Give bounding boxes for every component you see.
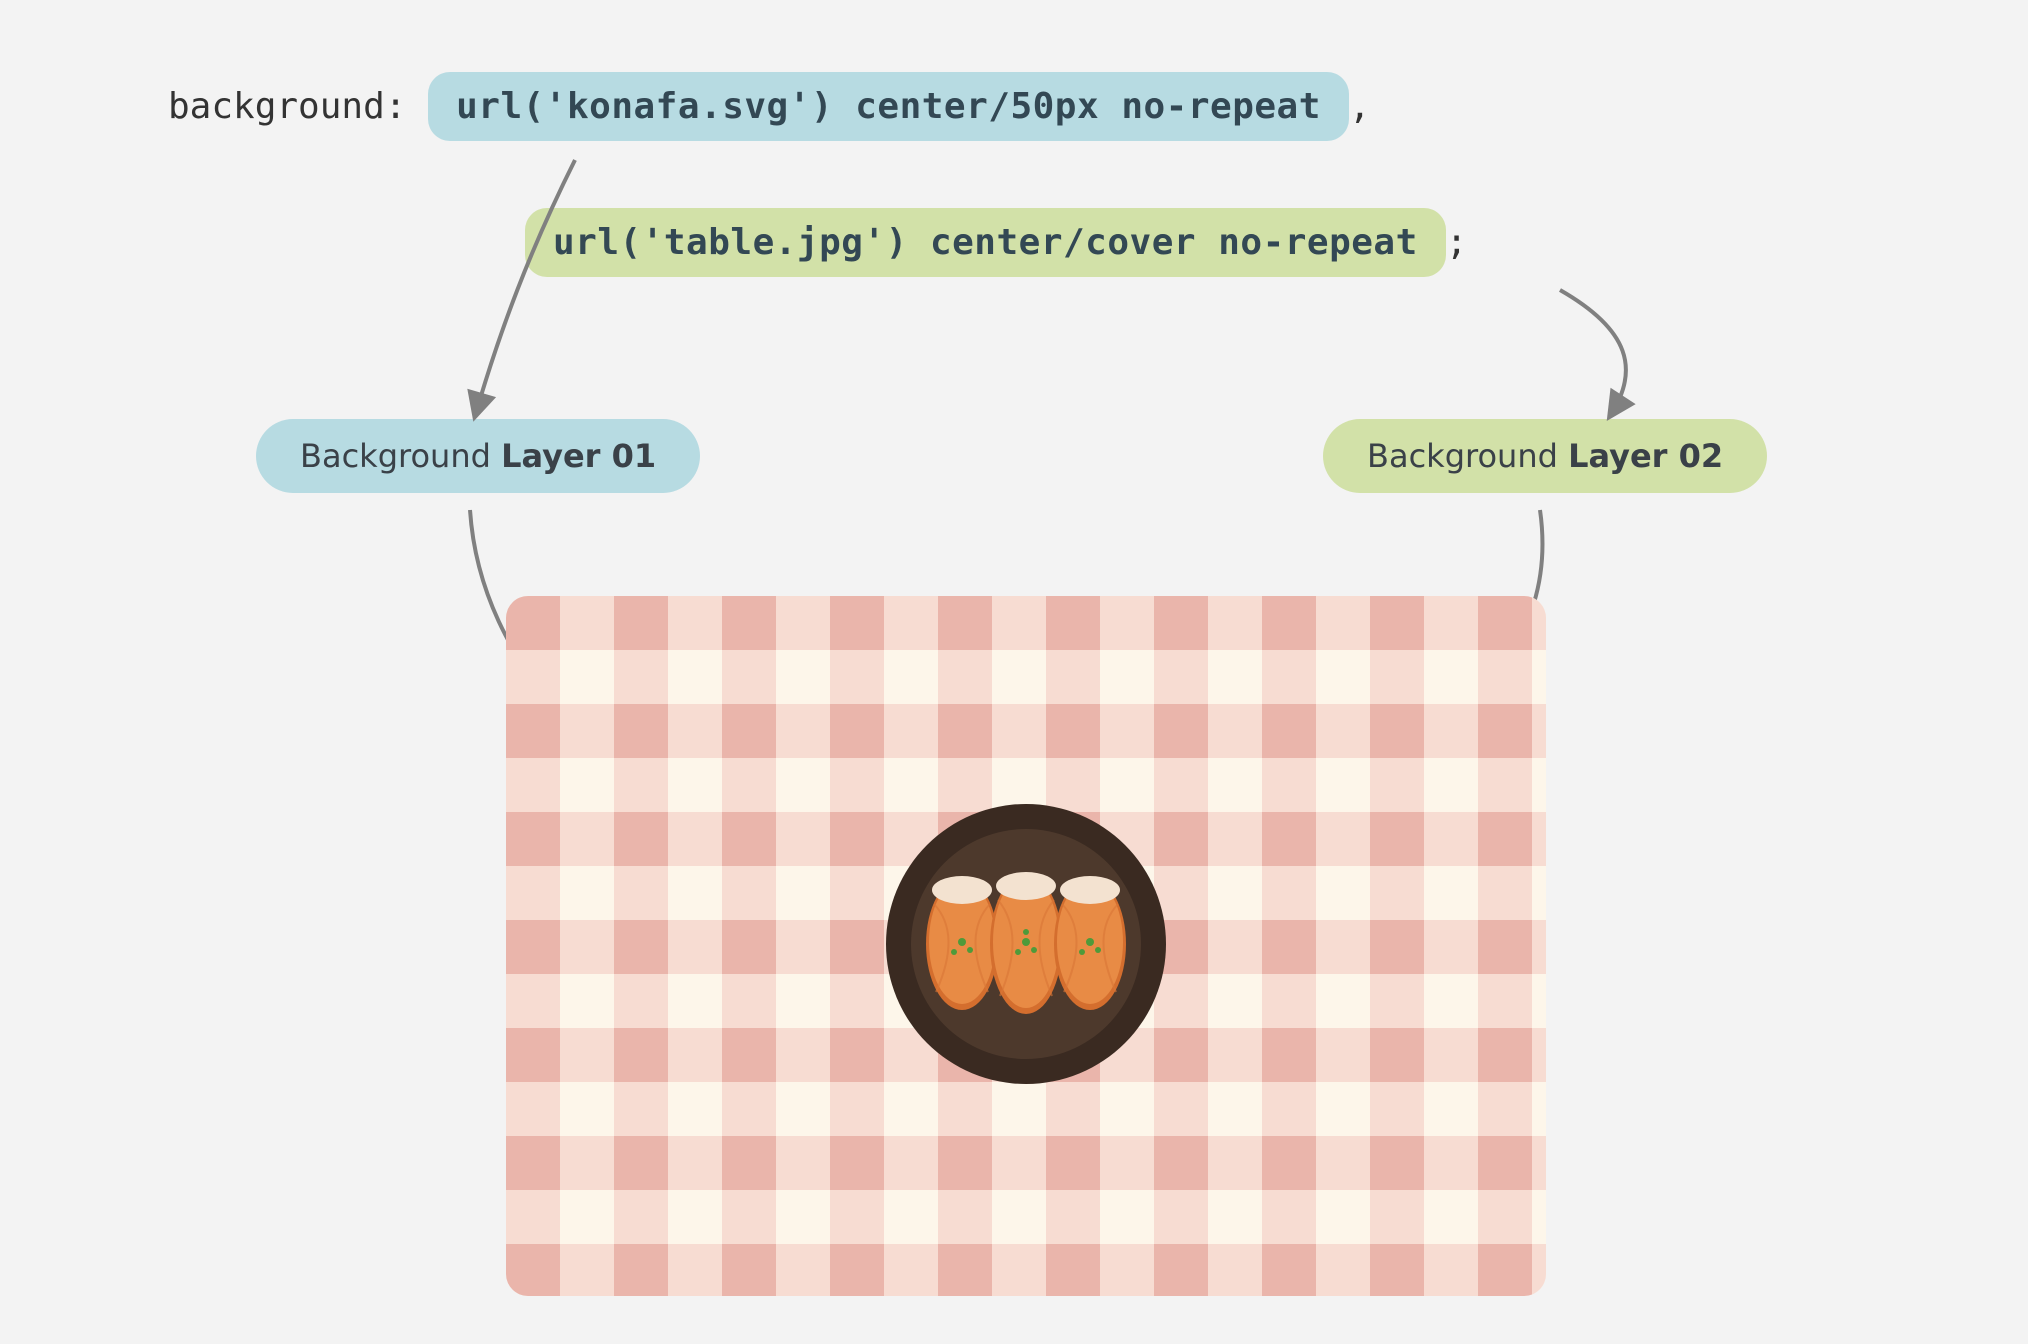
layer1-label: Background Layer 01 (256, 419, 700, 493)
plate-illustration (876, 794, 1176, 1098)
preview-box (506, 596, 1546, 1296)
css-layer2-value: url('table.jpg') center/cover no-repeat (525, 208, 1446, 277)
css-layer1-value: url('konafa.svg') center/50px no-repeat (428, 72, 1349, 141)
css-semicolon: ; (1446, 222, 1468, 263)
layer2-label-bold: Layer 02 (1568, 437, 1723, 475)
css-property-label: background: (168, 86, 406, 127)
layer1-label-bold: Layer 01 (501, 437, 656, 475)
layer1-label-prefix: Background (300, 437, 501, 475)
css-comma: , (1349, 86, 1371, 127)
layer2-label: Background Layer 02 (1323, 419, 1767, 493)
layer2-label-prefix: Background (1367, 437, 1568, 475)
